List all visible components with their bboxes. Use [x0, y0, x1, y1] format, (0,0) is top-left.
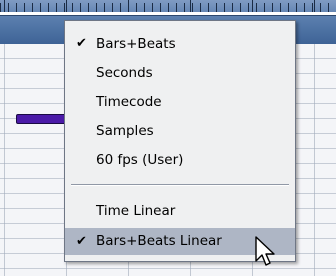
menu-item-label: 60 fps (User): [96, 152, 184, 168]
menu-item-bars-beats[interactable]: ✔ Bars+Beats: [65, 31, 295, 57]
menu-item-label: Samples: [96, 123, 154, 139]
event-part[interactable]: [16, 114, 66, 124]
menu-item-time-linear[interactable]: Time Linear: [65, 198, 295, 224]
ruler-major-ticks: [4, 0, 336, 12]
menu-item-samples[interactable]: Samples: [65, 118, 295, 144]
checkmark-icon: ✔: [76, 234, 87, 249]
checkmark-icon: ✔: [76, 36, 87, 51]
menu-item-label: Bars+Beats: [96, 36, 176, 52]
menu-item-seconds[interactable]: Seconds: [65, 60, 295, 86]
menu-item-label: Seconds: [96, 65, 153, 81]
ruler-strip: [0, 12, 336, 16]
menu-separator: [71, 184, 289, 186]
menu-item-label: Time Linear: [96, 203, 176, 219]
menu-item-label: Bars+Beats Linear: [96, 233, 222, 249]
menu-item-timecode[interactable]: Timecode: [65, 89, 295, 115]
menu-item-label: Timecode: [96, 94, 162, 110]
menu-item-60-fps-user[interactable]: 60 fps (User): [65, 147, 295, 173]
arrow-pointer-icon: [255, 236, 275, 266]
ruler-format-menu: ✔ Bars+Beats Seconds Timecode Samples 60…: [64, 20, 296, 262]
